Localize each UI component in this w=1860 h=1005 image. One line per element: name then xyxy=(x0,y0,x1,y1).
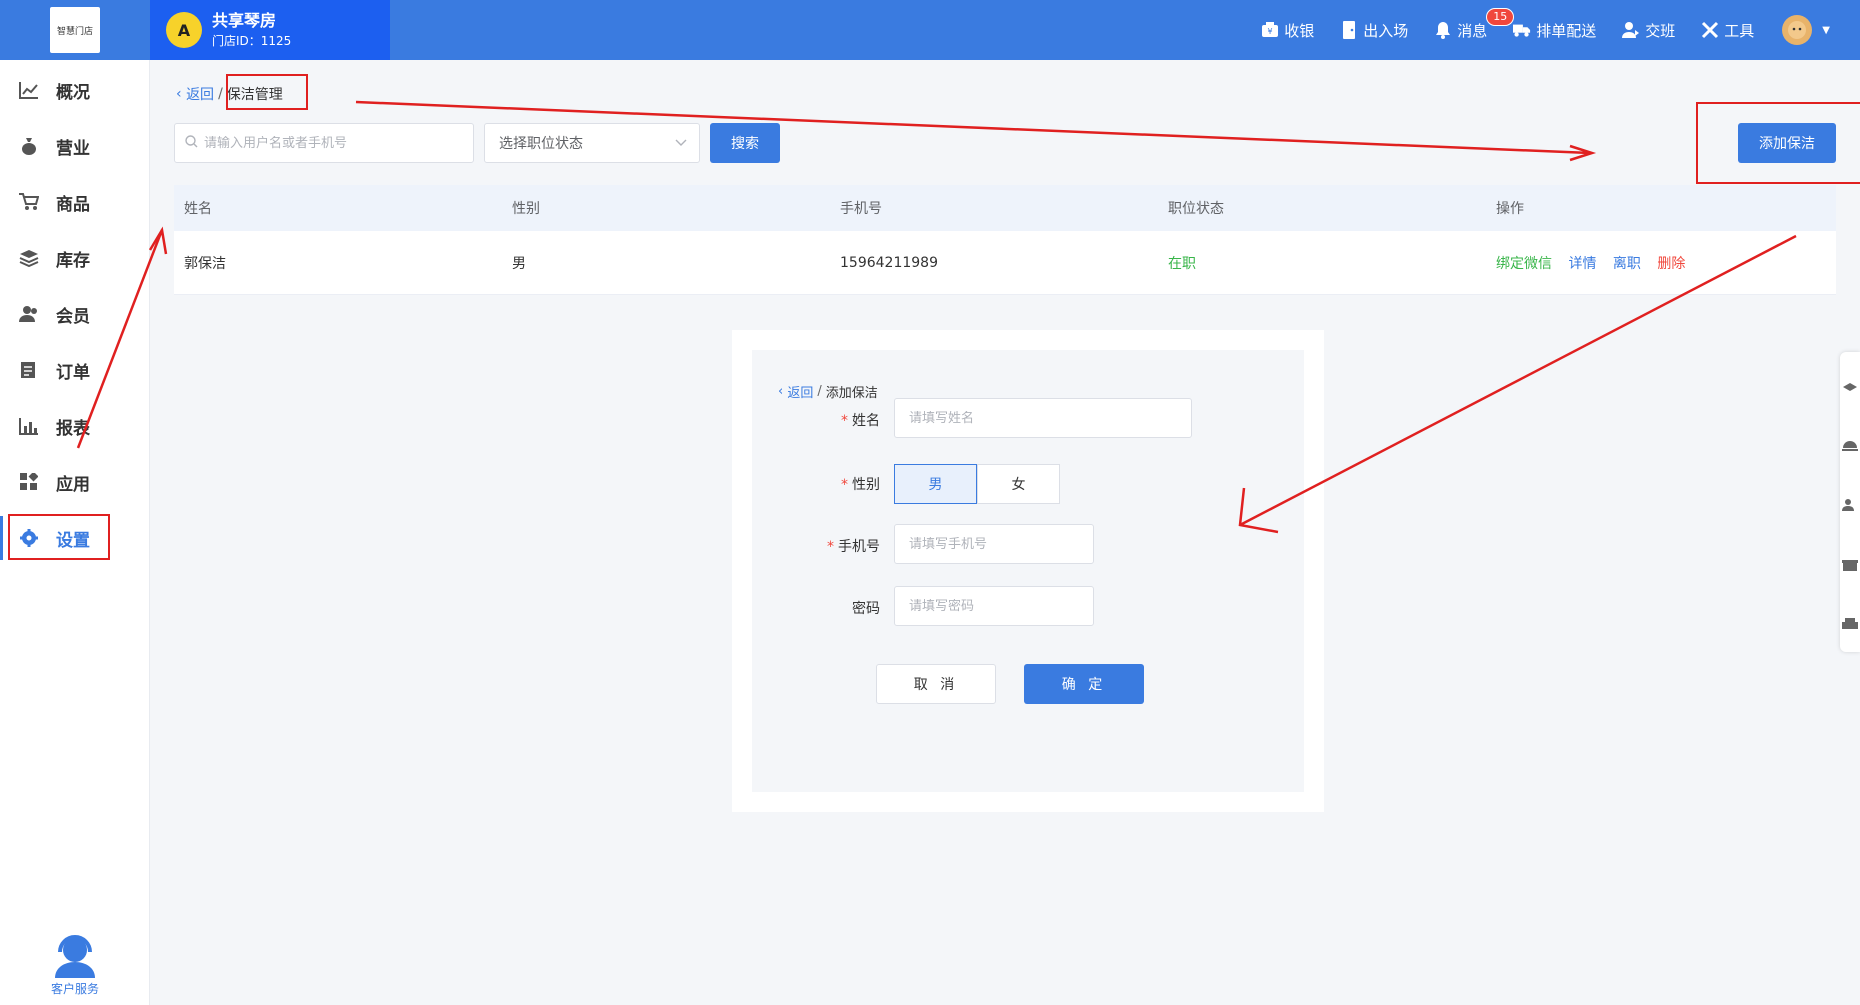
sidebar-item-goods[interactable]: 商品 xyxy=(0,180,150,224)
table-header: 姓名 性别 手机号 职位状态 操作 xyxy=(174,185,1836,231)
gender-label: * 性别 xyxy=(841,477,880,493)
annotation-box-add-button xyxy=(1696,102,1860,184)
top-menu-shift-handover[interactable]: 交班 xyxy=(1622,20,1675,41)
cashier-icon: ¥ xyxy=(1261,21,1279,39)
cell-phone: 15964211989 xyxy=(840,254,938,271)
bar-chart-icon xyxy=(18,415,40,437)
phone-field-wrapper[interactable] xyxy=(894,524,1094,564)
cell-gender: 男 xyxy=(512,255,526,272)
chevron-left-icon: ‹ xyxy=(176,86,182,102)
tools-icon xyxy=(1701,21,1719,39)
top-menu-cashier[interactable]: ¥ 收银 xyxy=(1261,20,1314,41)
sidebar-item-members[interactable]: 会员 xyxy=(0,292,150,336)
store-id: 门店ID：1125 xyxy=(212,34,292,48)
back-link[interactable]: ‹ 返回 xyxy=(176,84,214,104)
gender-male-option[interactable]: 男 xyxy=(894,464,977,504)
user-avatar[interactable] xyxy=(1782,15,1813,45)
name-field[interactable] xyxy=(909,410,1163,426)
sidebar-item-apps[interactable]: 应用 xyxy=(0,460,150,504)
apps-icon xyxy=(18,471,40,493)
store-name: 共享琴房 xyxy=(212,11,277,30)
customer-service[interactable]: 客户服务 xyxy=(0,930,150,997)
gender-female-option[interactable]: 女 xyxy=(977,464,1060,504)
order-icon xyxy=(18,359,40,381)
bell-service-icon[interactable] xyxy=(1842,438,1858,452)
users-icon[interactable] xyxy=(1842,498,1858,512)
cleaner-table: 姓名 性别 手机号 职位状态 操作 郭保洁 男 15964211989 在职 绑… xyxy=(174,185,1836,295)
sidebar-item-reports[interactable]: 报表 xyxy=(0,404,150,448)
search-button[interactable]: 搜索 xyxy=(710,123,780,163)
cart-icon xyxy=(18,191,40,213)
layers-icon xyxy=(18,247,40,269)
top-menu-messages[interactable]: 消息 15 xyxy=(1434,7,1515,41)
floating-toolbar xyxy=(1840,352,1860,652)
col-gender: 性别 xyxy=(512,201,540,217)
search-input[interactable] xyxy=(204,135,454,151)
door-icon xyxy=(1340,21,1358,39)
add-cleaner-form: ‹ 返回 / 添加保洁 *姓名 *性别 男 女 *手机号 密码 取 消 确 定 xyxy=(752,350,1304,792)
sidebar-item-inventory[interactable]: 库存 xyxy=(0,236,150,280)
store-logo-icon: A xyxy=(166,12,202,48)
top-menu-dispatch[interactable]: 排单配送 xyxy=(1513,20,1596,41)
money-bag-icon xyxy=(18,135,40,157)
password-field-wrapper[interactable] xyxy=(894,586,1094,626)
cell-status: 在职 xyxy=(1168,255,1196,272)
add-cleaner-panel: ‹ 返回 / 添加保洁 *姓名 *性别 男 女 *手机号 密码 取 消 确 定 xyxy=(732,330,1324,812)
bell-icon xyxy=(1434,21,1452,39)
col-status: 职位状态 xyxy=(1168,201,1224,217)
truck-icon xyxy=(1513,21,1531,39)
search-icon xyxy=(185,134,198,152)
col-actions: 操作 xyxy=(1496,201,1524,217)
bind-wechat-link[interactable]: 绑定微信 xyxy=(1496,256,1552,272)
cancel-button[interactable]: 取 消 xyxy=(876,664,996,704)
phone-field[interactable] xyxy=(909,536,1075,552)
col-name: 姓名 xyxy=(184,201,212,217)
printer-icon[interactable] xyxy=(1842,618,1858,632)
name-label: * 姓名 xyxy=(841,413,880,429)
svg-text:¥: ¥ xyxy=(1268,27,1273,36)
app-logo[interactable]: 智慧门店 xyxy=(50,7,100,53)
logo-area: 智慧门店 xyxy=(0,0,150,60)
chevron-down-icon[interactable]: ▼ xyxy=(1822,25,1830,36)
message-count-badge: 15 xyxy=(1486,7,1515,26)
annotation-box-settings xyxy=(8,514,110,560)
layers-icon[interactable] xyxy=(1842,382,1858,396)
gender-toggle: 男 女 xyxy=(894,464,1060,504)
store-switcher[interactable]: A 共享琴房 门店ID：1125 xyxy=(150,0,390,60)
sidebar-item-overview[interactable]: 概况 xyxy=(0,68,150,112)
delete-link[interactable]: 删除 xyxy=(1657,256,1685,272)
phone-label: * 手机号 xyxy=(827,539,880,555)
cell-actions: 绑定微信 详情 离职 删除 xyxy=(1486,253,1814,273)
search-input-wrapper[interactable] xyxy=(174,123,474,163)
password-label: 密码 xyxy=(852,601,880,617)
top-menu: ¥ 收银 出入场 消息 15 排单配送 交班 工具 ▼ xyxy=(1235,0,1830,60)
line-chart-icon xyxy=(18,79,40,101)
sidebar-item-business[interactable]: 营业 xyxy=(0,124,150,168)
annotation-box-breadcrumb xyxy=(226,74,308,110)
cell-name: 郭保洁 xyxy=(184,255,226,272)
col-phone: 手机号 xyxy=(840,201,882,217)
status-select[interactable]: 选择职位状态 xyxy=(484,123,700,163)
chevron-left-icon: ‹ xyxy=(778,384,784,399)
table-row: 郭保洁 男 15964211989 在职 绑定微信 详情 离职 删除 xyxy=(174,231,1836,295)
details-link[interactable]: 详情 xyxy=(1568,256,1596,272)
users-icon xyxy=(18,303,40,325)
password-field[interactable] xyxy=(909,598,1075,614)
sidebar-item-orders[interactable]: 订单 xyxy=(0,348,150,392)
top-bar: 智慧门店 A 共享琴房 门店ID：1125 ¥ 收银 出入场 消息 15 排单配… xyxy=(0,0,1860,60)
name-field-wrapper[interactable] xyxy=(894,398,1192,438)
dialog-breadcrumb: ‹ 返回 / 添加保洁 xyxy=(778,382,878,401)
shop-icon[interactable] xyxy=(1842,558,1858,572)
confirm-button[interactable]: 确 定 xyxy=(1024,664,1144,704)
resign-link[interactable]: 离职 xyxy=(1613,256,1641,272)
user-swap-icon xyxy=(1622,21,1640,39)
top-menu-entry-exit[interactable]: 出入场 xyxy=(1340,20,1408,41)
dialog-back-link[interactable]: ‹ 返回 xyxy=(778,382,813,401)
top-menu-tools[interactable]: 工具 xyxy=(1701,20,1754,41)
chevron-down-icon xyxy=(675,135,687,151)
headset-icon xyxy=(55,935,95,978)
dialog-title: 添加保洁 xyxy=(825,386,878,401)
